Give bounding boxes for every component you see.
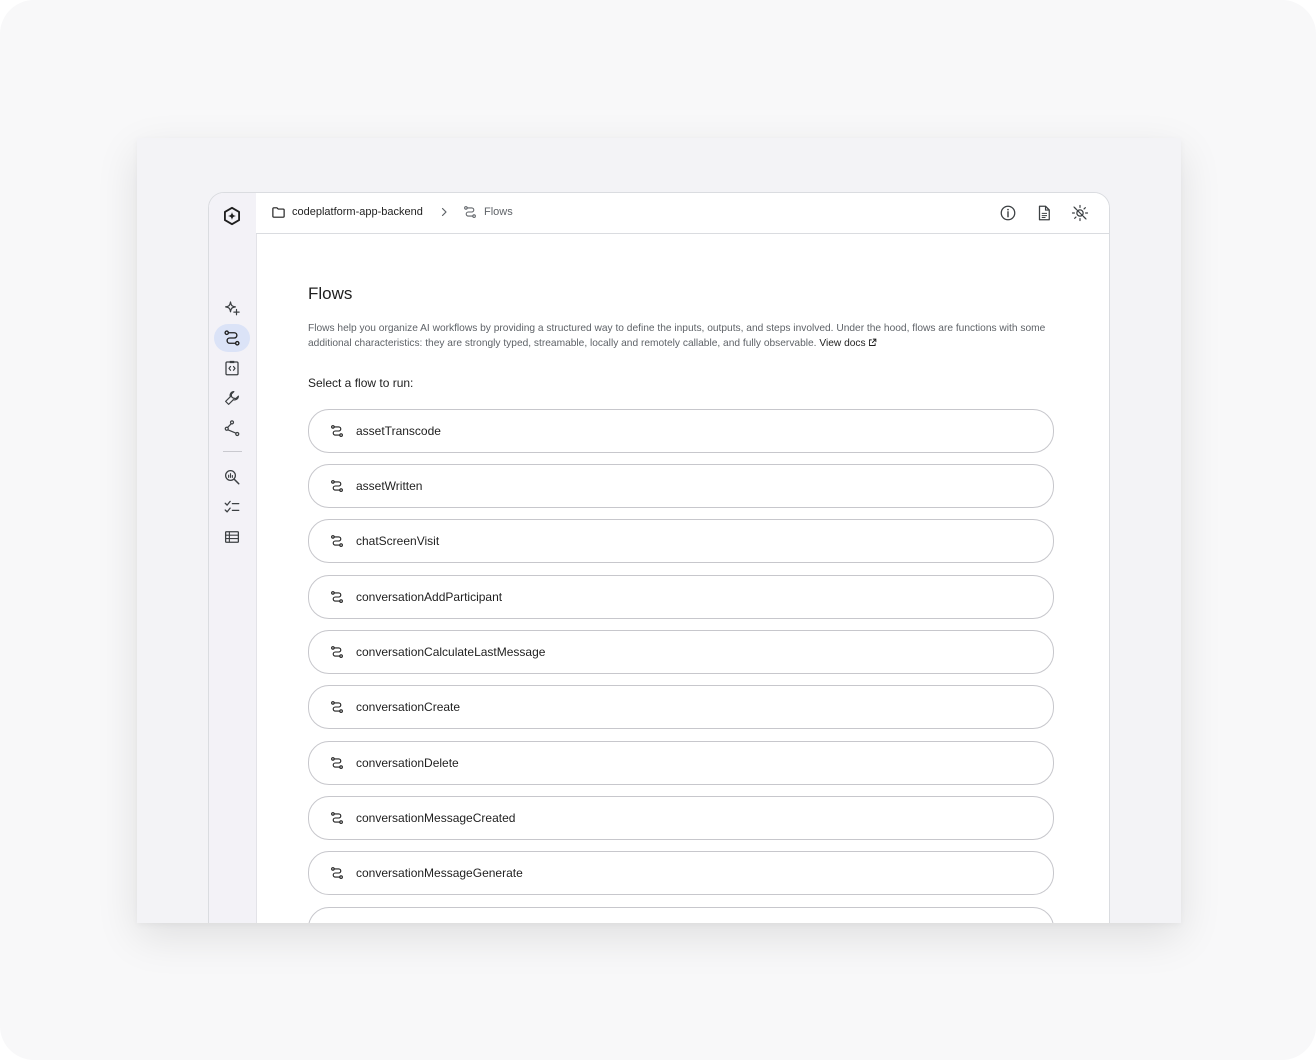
document-icon bbox=[1035, 204, 1053, 222]
flow-item-partial[interactable] bbox=[308, 907, 1054, 923]
description-text: Flows help you organize AI workflows by … bbox=[308, 323, 1045, 349]
main-content: Flows Flows help you organize AI workflo… bbox=[308, 233, 1058, 923]
flow-name: chatScreenVisit bbox=[356, 534, 439, 548]
rail-item-tools[interactable] bbox=[214, 384, 250, 412]
flow-name: conversationCreate bbox=[356, 700, 460, 714]
rail-item-datasets[interactable] bbox=[214, 523, 250, 551]
flow-item[interactable]: chatScreenVisit bbox=[308, 519, 1054, 563]
flow-name: conversationCalculateLastMessage bbox=[356, 645, 545, 659]
rail-item-evaluations[interactable] bbox=[214, 493, 250, 521]
graph-icon bbox=[223, 419, 241, 437]
breadcrumb-current: Flows bbox=[484, 206, 513, 218]
page-title: Flows bbox=[308, 284, 352, 304]
flows-icon bbox=[330, 700, 344, 714]
view-docs-link[interactable]: View docs bbox=[819, 338, 876, 349]
theme-toggle-button[interactable] bbox=[1069, 202, 1091, 224]
breadcrumb-project-link[interactable]: codeplatform-app-backend bbox=[292, 206, 423, 218]
flow-item[interactable]: assetTranscode bbox=[308, 409, 1054, 453]
info-icon bbox=[999, 204, 1017, 222]
flow-name: conversationMessageCreated bbox=[356, 811, 515, 825]
datasets-icon bbox=[223, 528, 241, 546]
flows-icon bbox=[463, 205, 477, 219]
flows-icon bbox=[330, 811, 344, 825]
nav-rail bbox=[209, 193, 257, 923]
top-bar: codeplatform-app-backend Flows bbox=[256, 193, 1109, 234]
flows-icon bbox=[330, 479, 344, 493]
trace-search-icon bbox=[223, 468, 241, 486]
folder-icon bbox=[271, 205, 286, 220]
flow-item[interactable]: conversationMessageGenerate bbox=[308, 851, 1054, 895]
docs-button[interactable] bbox=[1033, 202, 1055, 224]
chevron-right-icon bbox=[438, 206, 450, 218]
external-link-icon bbox=[868, 338, 877, 347]
flow-name: conversationDelete bbox=[356, 756, 459, 770]
info-button[interactable] bbox=[997, 202, 1019, 224]
flow-name: assetTranscode bbox=[356, 424, 441, 438]
flows-icon bbox=[330, 756, 344, 770]
view-docs-label: View docs bbox=[819, 338, 865, 349]
flows-icon bbox=[330, 534, 344, 548]
flow-item[interactable]: conversationCreate bbox=[308, 685, 1054, 729]
flow-item[interactable]: assetWritten bbox=[308, 464, 1054, 508]
flow-name: conversationAddParticipant bbox=[356, 590, 502, 604]
flow-item[interactable]: conversationDelete bbox=[308, 741, 1054, 785]
tools-icon bbox=[223, 389, 241, 407]
flow-item[interactable]: conversationCalculateLastMessage bbox=[308, 630, 1054, 674]
sparkle-icon bbox=[223, 299, 241, 317]
rail-item-generate[interactable] bbox=[214, 294, 250, 322]
rail-item-flows[interactable] bbox=[214, 324, 250, 352]
flows-icon bbox=[330, 590, 344, 604]
select-flow-label: Select a flow to run: bbox=[308, 376, 413, 390]
flows-icon bbox=[330, 866, 344, 880]
rail-item-prompts[interactable] bbox=[214, 354, 250, 382]
rail-item-traces[interactable] bbox=[214, 463, 250, 491]
rail-divider bbox=[223, 451, 242, 452]
screenshot-stage: codeplatform-app-backend Flows bbox=[137, 138, 1181, 923]
flows-description: Flows help you organize AI workflows by … bbox=[308, 321, 1060, 351]
flows-icon bbox=[223, 329, 241, 347]
flow-name: assetWritten bbox=[356, 479, 422, 493]
evaluations-icon bbox=[223, 498, 241, 516]
flow-item[interactable]: conversationAddParticipant bbox=[308, 575, 1054, 619]
flow-name: conversationMessageGenerate bbox=[356, 866, 523, 880]
flow-item[interactable]: conversationMessageCreated bbox=[308, 796, 1054, 840]
app-logo-icon[interactable] bbox=[222, 206, 242, 226]
rail-item-graph[interactable] bbox=[214, 414, 250, 442]
prompts-icon bbox=[223, 359, 241, 377]
theme-toggle-icon bbox=[1071, 204, 1089, 222]
flows-icon bbox=[330, 645, 344, 659]
app-window: codeplatform-app-backend Flows bbox=[208, 192, 1110, 923]
flows-icon bbox=[330, 424, 344, 438]
